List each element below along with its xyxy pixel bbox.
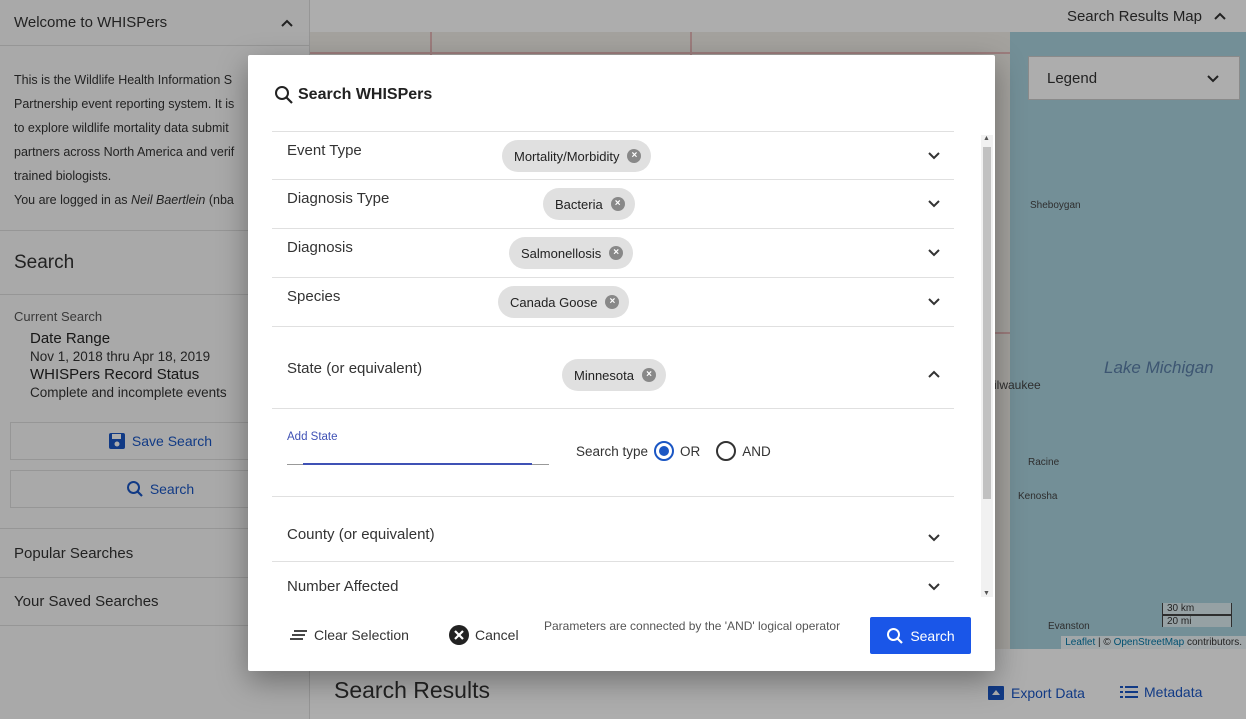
filter-row-county[interactable]: County (or equivalent) (272, 497, 954, 562)
search-icon (275, 86, 293, 104)
chip-label: Mortality/Morbidity (514, 148, 620, 164)
scrollbar-thumb[interactable] (983, 147, 991, 499)
scroll-up-arrow[interactable]: ▲ (983, 135, 990, 142)
filter-label: Diagnosis (287, 239, 353, 256)
filter-chip: Bacteria × (543, 188, 635, 220)
filter-label: Diagnosis Type (287, 190, 390, 207)
search-icon (887, 627, 904, 644)
filter-row-number-affected[interactable]: Number Affected (272, 562, 954, 597)
dialog-footer: Clear Selection Cancel Parameters are co… (248, 615, 995, 671)
search-type-and-label: AND (742, 443, 771, 459)
search-type-and-radio[interactable] (716, 441, 737, 461)
chip-label: Bacteria (555, 196, 603, 212)
submit-search-button[interactable]: Search (870, 617, 971, 654)
search-fields-scroll[interactable]: Event Type Mortality/Morbidity × Diagnos… (272, 131, 979, 597)
filter-chip: Minnesota × (562, 359, 666, 391)
chevron-down-icon[interactable] (927, 530, 941, 544)
cancel-icon (449, 625, 469, 645)
clear-all-icon (290, 630, 307, 640)
remove-chip-icon[interactable]: × (610, 197, 625, 211)
chip-label: Canada Goose (510, 294, 598, 310)
cancel-label: Cancel (475, 627, 519, 643)
chevron-down-icon[interactable] (927, 294, 941, 308)
chip-label: Salmonellosis (521, 245, 602, 261)
filter-chip: Mortality/Morbidity × (502, 140, 652, 172)
chevron-down-icon[interactable] (927, 579, 941, 593)
scroll-down-arrow[interactable]: ▼ (983, 590, 990, 597)
chevron-down-icon[interactable] (927, 245, 941, 259)
filter-label: Event Type (287, 142, 362, 159)
filter-row-diagnosis[interactable]: Diagnosis Salmonellosis × (272, 229, 954, 278)
filter-label: Species (287, 288, 341, 305)
filter-label: County (or equivalent) (287, 526, 435, 543)
chevron-up-icon[interactable] (927, 368, 941, 382)
filter-label: State (or equivalent) (287, 360, 423, 377)
clear-selection-button[interactable]: Clear Selection (290, 625, 409, 645)
remove-chip-icon[interactable]: × (641, 368, 656, 382)
search-type-or-label: OR (680, 443, 701, 459)
filter-chip: Canada Goose × (498, 286, 630, 318)
remove-chip-icon[interactable]: × (609, 246, 624, 260)
chevron-down-icon[interactable] (927, 148, 941, 162)
filter-label: Number Affected (287, 578, 399, 595)
submit-search-label: Search (910, 627, 955, 644)
filter-row-diagnosis-type[interactable]: Diagnosis Type Bacteria × (272, 180, 954, 229)
dialog-title-text: Search WHISPers (298, 86, 433, 103)
search-type-group: Search type OR AND (576, 441, 771, 461)
filter-row-event-type[interactable]: Event Type Mortality/Morbidity × (272, 131, 954, 180)
filter-row-species[interactable]: Species Canada Goose × (272, 278, 954, 327)
remove-chip-icon[interactable]: × (605, 295, 620, 309)
logic-note: Parameters are connected by the 'AND' lo… (544, 619, 841, 633)
input-focus-underline (303, 463, 532, 465)
clear-selection-label: Clear Selection (314, 627, 409, 643)
filter-row-state[interactable]: State (or equivalent) Minnesota × (272, 327, 954, 409)
filter-chip: Salmonellosis × (509, 237, 634, 269)
chip-label: Minnesota (574, 367, 634, 383)
chevron-down-icon[interactable] (927, 196, 941, 210)
dialog-title: Search WHISPers (274, 85, 432, 105)
dialog-scrollbar[interactable]: ▲ ▼ (981, 135, 993, 597)
add-state-label: Add State (287, 431, 338, 443)
search-type-or-radio[interactable] (654, 441, 675, 461)
cancel-button[interactable]: Cancel (449, 625, 519, 645)
remove-chip-icon[interactable]: × (627, 149, 642, 163)
state-options: Add State Search type OR AND (272, 409, 954, 497)
search-type-label: Search type (576, 443, 649, 459)
search-dialog: Search WHISPers Event Type Mortality/Mor… (248, 55, 995, 671)
